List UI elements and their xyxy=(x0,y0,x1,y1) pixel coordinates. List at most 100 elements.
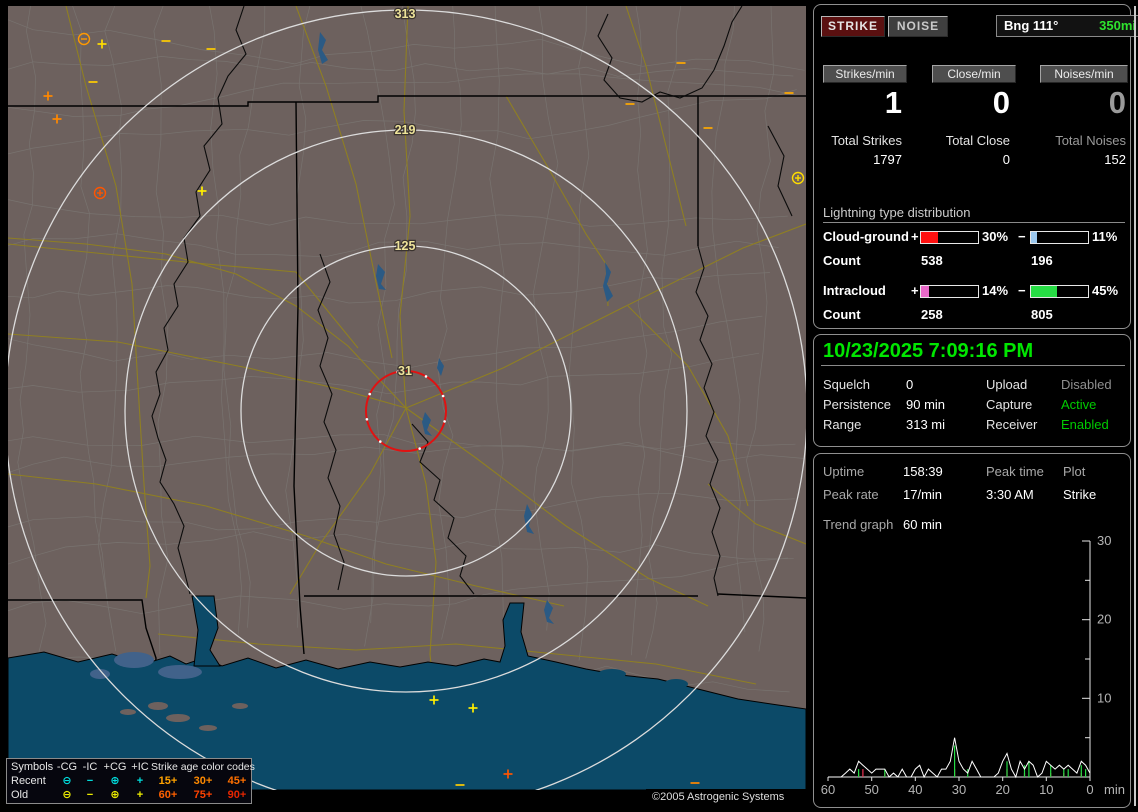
age-code: 60+ xyxy=(151,788,185,802)
status-row: Range 313 mi Receiver Enabled xyxy=(814,417,1130,433)
total-close-label: Total Close xyxy=(922,133,1010,148)
strike-button[interactable]: STRIKE xyxy=(821,16,885,37)
ring-label-31: 31 xyxy=(398,364,412,378)
lightning-map[interactable]: 313 219 125 31 xyxy=(8,6,806,790)
svg-text:30: 30 xyxy=(1097,533,1111,548)
strike-symbol-icon: − xyxy=(79,788,101,802)
peak-time-label: Peak time xyxy=(986,464,1044,479)
count-label: Count xyxy=(823,253,861,268)
ic-minus-count: 805 xyxy=(1031,307,1053,322)
legend-header: -CG xyxy=(55,760,79,774)
svg-text:10: 10 xyxy=(1039,782,1053,797)
legend-header-row: Symbols-CG-IC+CG+ICStrike age color code… xyxy=(11,760,251,774)
uptime-value: 158:39 xyxy=(903,464,943,479)
status-right-value-1: Active xyxy=(1061,397,1096,412)
trend-graph: 6050403020100min102030 xyxy=(814,531,1130,805)
persistence-value: 90 min xyxy=(906,397,945,412)
count-label: Count xyxy=(823,307,861,322)
legend-row-old: Old⊖−⊕+60+75+90+ xyxy=(11,788,251,802)
divider xyxy=(823,222,1125,223)
plus-sign: + xyxy=(911,283,919,298)
cloud-ground-row: Cloud-ground + 30% − 11% xyxy=(814,229,1130,245)
intracloud-count-row: Count 258 805 xyxy=(814,307,1130,323)
age-code: 90+ xyxy=(221,788,253,802)
trend-window-value: 60 min xyxy=(903,517,942,532)
intracloud-row: Intracloud + 14% − 45% xyxy=(814,283,1130,299)
plus-sign: + xyxy=(911,229,919,244)
bearing-label: Bng 111° xyxy=(1004,16,1058,36)
peak-time-value: 3:30 AM xyxy=(986,487,1034,502)
intracloud-label: Intracloud xyxy=(823,283,886,298)
svg-text:60: 60 xyxy=(821,782,835,797)
strikes-per-min-header: Strikes/min xyxy=(823,65,907,83)
total-noises-value: 152 xyxy=(1014,152,1126,167)
svg-text:10: 10 xyxy=(1097,690,1111,705)
total-strikes-value: 1797 xyxy=(814,152,902,167)
ring-label-125: 125 xyxy=(395,239,416,253)
svg-text:20: 20 xyxy=(995,782,1009,797)
ic-plus-bar xyxy=(920,285,979,298)
strike-symbol-icon: ⊖ xyxy=(55,774,79,788)
cg-minus-count: 196 xyxy=(1031,253,1053,268)
range-value: 313 mi xyxy=(906,417,945,432)
close-per-min-header: Close/min xyxy=(932,65,1016,83)
window-edge xyxy=(1134,6,1136,806)
age-codes-header: Strike age color codes xyxy=(151,760,251,774)
squelch-value: 0 xyxy=(906,377,913,392)
stats-row: Uptime 158:39 Peak time Plot xyxy=(814,464,1130,480)
status-right-value-0: Disabled xyxy=(1061,377,1112,392)
strike-symbol-icon: ⊖ xyxy=(55,788,79,802)
status-panel: 10/23/2025 7:09:16 PM Squelch 0 Upload D… xyxy=(813,334,1131,447)
peak-rate-label: Peak rate xyxy=(823,487,879,502)
noise-button[interactable]: NOISE xyxy=(888,16,948,37)
ic-plus-pct: 14% xyxy=(982,283,1008,298)
noises-per-min-header: Noises/min xyxy=(1040,65,1128,83)
cloud-ground-count-row: Count 538 196 xyxy=(814,253,1130,269)
app-window: 313 219 125 31 Symbols-CG-IC+CG+ICStrike ag… xyxy=(0,0,1138,812)
age-code: 30+ xyxy=(185,774,221,788)
cg-plus-bar xyxy=(920,231,979,244)
strike-symbol-icon: + xyxy=(129,788,151,802)
capture-label: Capture xyxy=(986,397,1032,412)
stats-row: Peak rate 17/min 3:30 AM Strike xyxy=(814,487,1130,503)
datetime: 10/23/2025 7:09:16 PM xyxy=(823,340,1033,363)
noises-rate: 0 xyxy=(1036,85,1126,121)
ring-label-219: 219 xyxy=(395,123,416,137)
status-row: Squelch 0 Upload Disabled xyxy=(814,377,1130,393)
strike-symbol-icon: ⊕ xyxy=(101,774,129,788)
strike-symbol-icon: ⊕ xyxy=(101,788,129,802)
legend-header: +CG xyxy=(101,760,129,774)
ic-minus-bar xyxy=(1030,285,1089,298)
cloud-ground-label: Cloud-ground xyxy=(823,229,909,244)
age-code: 45+ xyxy=(221,774,253,788)
legend-header: +IC xyxy=(129,760,151,774)
copyright: ©2005 Astrogenic Systems xyxy=(646,789,814,806)
upload-label: Upload xyxy=(986,377,1027,392)
age-code: 15+ xyxy=(151,774,185,788)
minus-sign: − xyxy=(1018,283,1026,298)
close-rate: 0 xyxy=(922,85,1010,121)
svg-text:0: 0 xyxy=(1086,782,1093,797)
total-noises-label: Total Noises xyxy=(1014,133,1126,148)
uptime-label: Uptime xyxy=(823,464,864,479)
map-legend: Symbols-CG-IC+CG+ICStrike age color code… xyxy=(6,758,252,804)
legend-header: -IC xyxy=(79,760,101,774)
divider xyxy=(821,365,1125,366)
trend-graph-label: Trend graph xyxy=(823,517,893,532)
age-code: 75+ xyxy=(185,788,221,802)
cg-plus-pct: 30% xyxy=(982,229,1008,244)
svg-text:min: min xyxy=(1104,782,1125,797)
bearing-range: 350mi xyxy=(1099,16,1136,36)
legend-row-label: Recent xyxy=(11,774,55,788)
receiver-label: Receiver xyxy=(986,417,1037,432)
strikes-rate: 1 xyxy=(814,85,902,121)
legend-header: Symbols xyxy=(11,760,55,774)
trend-panel: Uptime 158:39 Peak time Plot Peak rate 1… xyxy=(813,453,1131,808)
svg-text:20: 20 xyxy=(1097,612,1111,627)
ring-label-313: 313 xyxy=(395,7,416,21)
strike-symbol-icon: − xyxy=(79,774,101,788)
legend-row-label: Old xyxy=(11,788,55,802)
svg-text:50: 50 xyxy=(864,782,878,797)
cg-minus-bar xyxy=(1030,231,1089,244)
bearing-display: Bng 111° 350mi xyxy=(996,15,1138,37)
